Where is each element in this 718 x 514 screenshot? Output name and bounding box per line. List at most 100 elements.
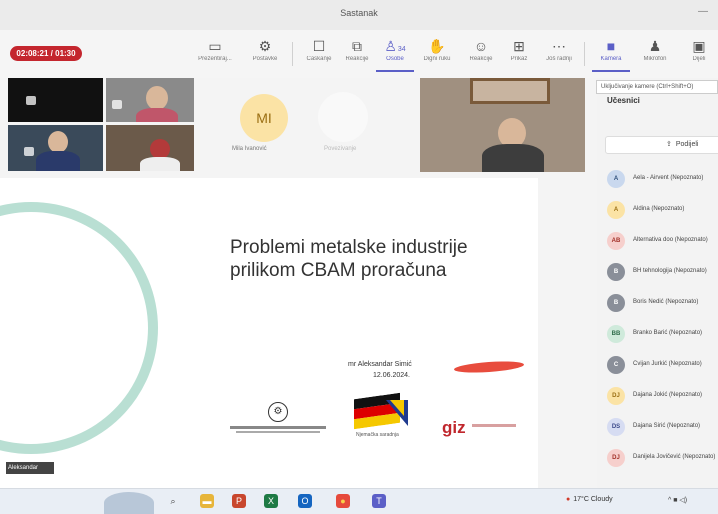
participant-item[interactable]: DJ Dajana Jokić (Nepoznato) [607,387,718,407]
avatar[interactable]: MI [240,94,288,142]
participant-body [140,157,180,171]
camera-label: Kamera [600,56,622,62]
chrome-icon[interactable]: ● [336,494,350,508]
participant-item[interactable]: AB Alternativa doo (Nepoznato) [607,232,718,252]
raise-hand-label: Digni ruku [423,56,451,62]
weather-widget[interactable]: ● 17°C Cloudy [566,496,613,503]
people-label: Osobe [386,56,404,62]
share-tray-button[interactable]: ▣ Dijeli [680,36,718,72]
search-icon[interactable]: ⌕ [166,494,180,508]
participant-item[interactable]: B BH tehnologija (Nepoznato) [607,263,718,283]
participant-item[interactable]: DS Dajana Sirić (Nepoznato) [607,418,718,438]
wall-picture [470,78,550,104]
chat-label: Ćaskanje [306,56,332,62]
participant-item[interactable]: A Aela - Airvent (Nepoznato) [607,170,718,190]
excel-icon[interactable]: X [264,494,278,508]
teams-meeting-window: Sastanak — 02:08:21 / 01:30 ▭ Prezentira… [0,0,718,514]
participant-name: Cvijan Jurkić (Nepoznato) [633,361,702,367]
mic-icon [26,96,36,105]
people-icon: ♙34 [384,38,406,54]
participant-name: Alternativa doo (Nepoznato) [633,237,708,243]
gear-icon: ⚙ [258,38,272,54]
cooperation-label: Njemačka saradnja [356,432,399,438]
participant-body [36,151,80,171]
avatar-placeholder[interactable] [318,92,368,142]
avatar: A [607,201,625,219]
participant-name: BH tehnologija (Nepoznato) [633,268,707,274]
view-button[interactable]: ⊞ Prikaz [500,36,538,72]
emoji-panel-icon: ⧉ [352,38,362,54]
participant-item[interactable]: B Boris Nedić (Nepoznato) [607,294,718,314]
share-invite-button[interactable]: ⇪ Podijeli [605,136,718,154]
participant-name: Aldina (Nepoznato) [633,206,685,212]
giz-logo-text [472,424,516,427]
weather-icon: ● [566,496,571,503]
participant-body [482,144,544,172]
giz-logo: giz [442,418,466,437]
reactions-button[interactable]: ☺ Reakcije [462,36,500,72]
react-reaction-button[interactable]: ⧉ Reakcije [338,36,376,72]
toolbar-divider [292,42,293,66]
meeting-timer: 02:08:21 / 01:30 [10,46,82,61]
title-bar: Sastanak — [0,0,718,30]
avatar: DJ [607,449,625,467]
window-title: Sastanak [340,8,378,18]
video-tile-presenter[interactable] [420,78,585,172]
more-icon: ⋯ [552,38,566,54]
participant-face [150,139,170,159]
teams-icon[interactable]: T [372,494,386,508]
outlook-icon[interactable]: O [298,494,312,508]
settings-button[interactable]: ⚙ Postavke [246,36,284,72]
participant-item[interactable]: DJ Danijela Jovičević (Nepoznato) [607,449,718,469]
camera-button[interactable]: ■ Kamera [592,36,630,72]
presenter-name-tag: Aleksandar [6,462,54,474]
share-tray-icon: ▣ [692,38,706,54]
toolbar-divider [584,42,585,66]
video-tile[interactable] [106,125,194,171]
grid-view-icon: ⊞ [513,38,525,54]
avatar: DJ [607,387,625,405]
participant-face [48,131,68,153]
reactions-alt-label: Reakcije [345,56,369,62]
people-count: 34 [397,46,406,53]
system-tray[interactable]: ^ ■ ◁) [668,496,687,504]
participant-item[interactable]: BB Branko Barić (Nepoznato) [607,325,718,345]
powerpoint-icon[interactable]: P [232,494,246,508]
meeting-stage: MI Mila Ivanović Povezivanje Problemi me… [0,78,597,488]
participant-name: Dajana Sirić (Nepoznato) [633,423,701,429]
video-tile[interactable] [106,78,194,122]
meeting-toolbar: 02:08:21 / 01:30 ▭ Prezentiraj... ⚙ Post… [0,30,718,78]
user-avatar-blob [104,492,154,514]
participant-name: Danijela Jovičević (Nepoznato) [633,454,716,460]
participant-name: Povezivanje [324,146,357,152]
mic-label: Mikrofon [643,56,667,62]
file-explorer-icon[interactable]: ▬ [200,494,214,508]
chat-icon: ☐ [312,38,326,54]
ministry-logo-text [230,426,326,429]
participant-item[interactable]: A Aldina (Nepoznato) [607,201,718,221]
mic-button[interactable]: ♟ Mikrofon [636,36,674,72]
avatar: AB [607,232,625,250]
present-button[interactable]: ▭ Prezentiraj... [196,36,234,72]
taskbar: ⌕ ▬ P X O ● T ● 17°C Cloudy ^ ■ ◁) [0,488,718,514]
mic-icon [112,100,122,109]
avatar: DS [607,418,625,436]
minimize-button[interactable]: — [698,6,708,17]
slide-title: Problemi metalske industrije prilikom CB… [230,236,530,282]
present-icon: ▭ [208,38,222,54]
video-tile[interactable] [8,78,103,122]
more-actions-button[interactable]: ⋯ Još radnji [540,36,578,72]
chat-button[interactable]: ☐ Ćaskanje [300,36,338,72]
people-button[interactable]: ♙34 Osobe [376,36,414,72]
raise-hand-button[interactable]: ✋ Digni ruku [418,36,456,72]
german-flag-icon [354,392,400,430]
video-tile[interactable] [8,125,103,171]
avatar: B [607,263,625,281]
participant-item[interactable]: C Cvijan Jurkić (Nepoznato) [607,356,718,376]
weather-text: 17°C Cloudy [573,496,613,503]
shared-slide: Problemi metalske industrije prilikom CB… [0,178,538,488]
mic-icon [24,147,34,156]
participant-name: Branko Barić (Nepoznato) [633,330,703,336]
share-label: Podijeli [675,141,699,148]
presenter-name: mr Aleksandar Simić [348,361,412,368]
